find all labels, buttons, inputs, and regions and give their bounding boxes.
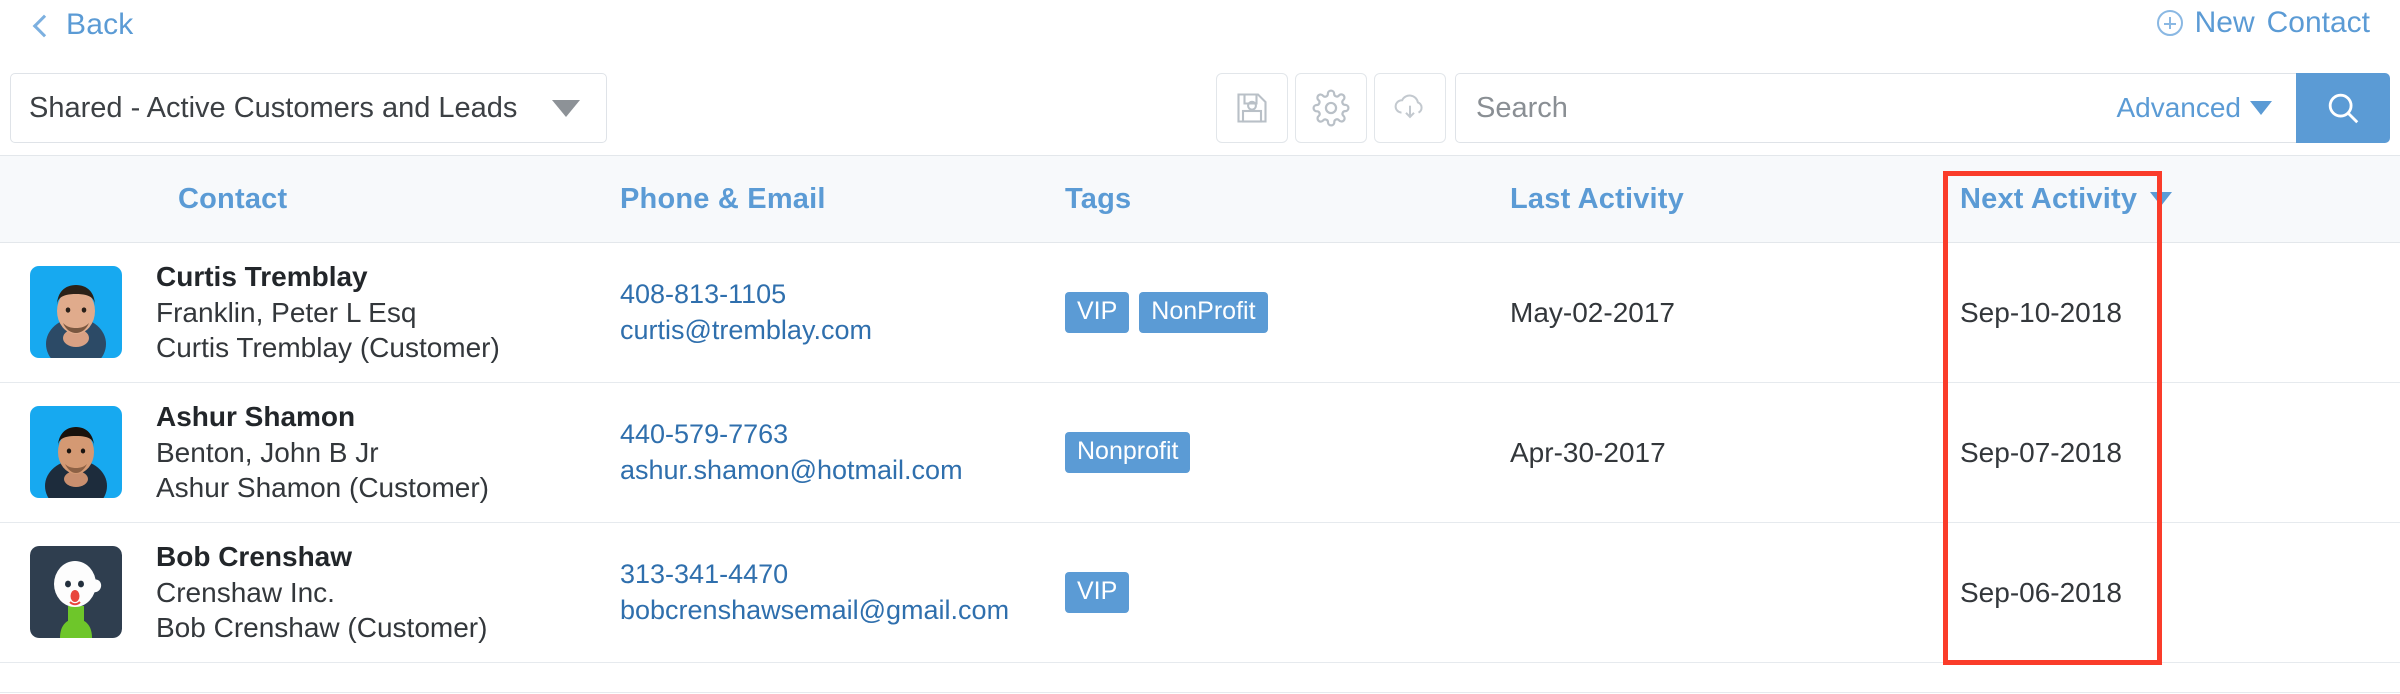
contact-email[interactable]: bobcrenshawsemail@gmail.com (620, 593, 1009, 628)
magnifier-icon (2328, 93, 2359, 124)
contact-name-block: Ashur Shamon Benton, John B Jr Ashur Sha… (156, 399, 489, 506)
next-activity-cell: Sep-06-2018 (1960, 576, 2122, 608)
chevron-left-icon (32, 14, 56, 38)
tags-cell: VIP (1065, 572, 1510, 613)
table-row[interactable]: Bob Crenshaw Crenshaw Inc. Bob Crenshaw … (0, 523, 2400, 663)
tag-badge[interactable]: VIP (1065, 572, 1130, 613)
caret-down-icon (2150, 192, 2173, 206)
next-activity-cell: Sep-10-2018 (1960, 296, 2122, 328)
next-activity-cell: Sep-07-2018 (1960, 436, 2122, 468)
last-activity-cell: May-02-2017 (1510, 296, 1675, 328)
avatar (30, 266, 122, 359)
phone-email-cell: 408-813-1105 curtis@tremblay.com (620, 277, 1065, 347)
table-row[interactable]: Ashur Shamon Benton, John B Jr Ashur Sha… (0, 383, 2400, 523)
contact-email[interactable]: curtis@tremblay.com (620, 313, 872, 348)
tag-badge[interactable]: VIP (1065, 292, 1130, 333)
contact-name-block: Bob Crenshaw Crenshaw Inc. Bob Crenshaw … (156, 539, 487, 646)
contact-company: Benton, John B Jr (156, 436, 379, 468)
floppy-disk-icon (1237, 93, 1267, 123)
contact-phone[interactable]: 313-341-4470 (620, 557, 1009, 592)
tags-cell: VIP NonProfit (1065, 292, 1510, 333)
top-bar: Back New Contact (0, 0, 2400, 60)
photo-avatar-icon (30, 406, 122, 499)
save-view-button[interactable] (1216, 73, 1288, 143)
back-label: Back (66, 8, 134, 41)
contacts-table: Contact Phone & Email Tags Last Activity… (0, 155, 2400, 693)
plus-circle-icon (2156, 10, 2183, 36)
search-submit-button[interactable] (2296, 73, 2390, 143)
tags-cell: Nonprofit (1065, 432, 1510, 473)
contact-related: Bob Crenshaw (Customer) (156, 612, 488, 644)
column-header-next-activity-label: Next Activity (1960, 182, 2138, 215)
chevron-down-icon (552, 99, 580, 117)
controls-row: Shared - Active Customers and Leads Sear… (0, 68, 2400, 146)
contact-phone[interactable]: 408-813-1105 (620, 277, 872, 312)
advanced-search-toggle[interactable]: Advanced (2116, 92, 2276, 124)
cartoon-avatar-icon (30, 546, 122, 639)
new-label: New (2194, 6, 2255, 39)
table-row-partial[interactable] (0, 663, 2400, 693)
search-bar: Advanced (1455, 73, 2390, 143)
column-header-tags[interactable]: Tags (1065, 183, 1510, 216)
contact-name: Curtis Tremblay (156, 260, 368, 292)
search-input[interactable] (1476, 91, 2117, 125)
contact-cell[interactable]: Bob Crenshaw Crenshaw Inc. Bob Crenshaw … (0, 539, 620, 646)
caret-down-icon (2250, 101, 2272, 115)
column-header-phone-email[interactable]: Phone & Email (620, 183, 1065, 216)
contact-related: Ashur Shamon (Customer) (156, 472, 490, 504)
gear-icon (1312, 89, 1350, 127)
new-contact-button[interactable]: New Contact (2156, 6, 2370, 40)
last-activity-cell: Apr-30-2017 (1510, 436, 1666, 468)
column-header-contact[interactable]: Contact (0, 183, 620, 216)
contact-name: Ashur Shamon (156, 400, 356, 432)
column-header-next-activity[interactable]: Next Activity (1960, 183, 2290, 216)
contact-email[interactable]: ashur.shamon@hotmail.com (620, 453, 963, 488)
advanced-label: Advanced (2116, 92, 2241, 123)
avatar (30, 406, 122, 499)
contact-label: Contact (2266, 6, 2370, 39)
photo-avatar-icon (30, 266, 122, 359)
cloud-download-icon (1394, 94, 1423, 119)
view-selector-value: Shared - Active Customers and Leads (29, 91, 518, 124)
tag-badge[interactable]: Nonprofit (1065, 432, 1191, 473)
tag-badge[interactable]: NonProfit (1139, 292, 1268, 333)
back-button[interactable]: Back (32, 8, 134, 42)
contact-cell[interactable]: Curtis Tremblay Franklin, Peter L Esq Cu… (0, 259, 620, 366)
contact-related: Curtis Tremblay (Customer) (156, 332, 500, 364)
contact-company: Crenshaw Inc. (156, 576, 335, 608)
view-selector[interactable]: Shared - Active Customers and Leads (10, 73, 607, 143)
contact-name: Bob Crenshaw (156, 540, 353, 572)
export-download-button[interactable] (1374, 73, 1446, 143)
contact-name-block: Curtis Tremblay Franklin, Peter L Esq Cu… (156, 259, 500, 366)
column-header-last-activity[interactable]: Last Activity (1510, 183, 1960, 216)
table-row[interactable]: Curtis Tremblay Franklin, Peter L Esq Cu… (0, 243, 2400, 383)
search-field[interactable]: Advanced (1455, 73, 2296, 143)
contact-phone[interactable]: 440-579-7763 (620, 417, 963, 452)
avatar (30, 546, 122, 639)
table-header-row: Contact Phone & Email Tags Last Activity… (0, 155, 2400, 243)
settings-button[interactable] (1295, 73, 1367, 143)
contacts-list-page: Back New Contact Shared - Active Custome… (0, 0, 2400, 694)
phone-email-cell: 313-341-4470 bobcrenshawsemail@gmail.com (620, 557, 1065, 627)
contact-cell[interactable]: Ashur Shamon Benton, John B Jr Ashur Sha… (0, 399, 620, 506)
phone-email-cell: 440-579-7763 ashur.shamon@hotmail.com (620, 417, 1065, 487)
contact-company: Franklin, Peter L Esq (156, 296, 417, 328)
